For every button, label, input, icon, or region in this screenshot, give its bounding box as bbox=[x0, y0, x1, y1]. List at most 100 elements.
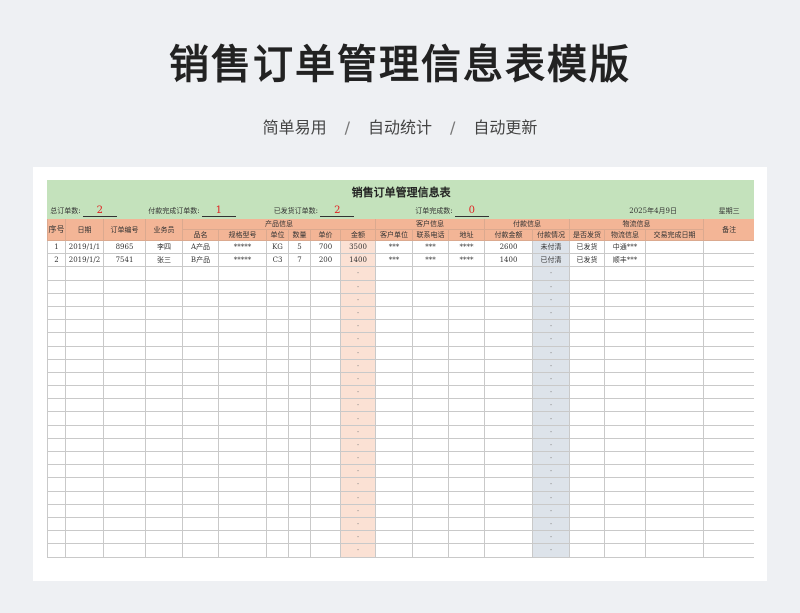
table-cell[interactable] bbox=[103, 503, 146, 518]
table-cell[interactable] bbox=[266, 464, 289, 479]
table-cell[interactable] bbox=[702, 464, 754, 479]
table-cell[interactable] bbox=[448, 266, 485, 281]
table-cell[interactable] bbox=[702, 332, 754, 347]
table-cell[interactable] bbox=[702, 239, 754, 255]
table-cell[interactable] bbox=[310, 477, 341, 492]
table-cell[interactable]: - bbox=[340, 385, 376, 400]
table-cell[interactable] bbox=[569, 477, 605, 492]
table-cell[interactable] bbox=[65, 411, 104, 426]
table-cell[interactable] bbox=[412, 305, 449, 321]
table-cell[interactable] bbox=[375, 398, 413, 413]
table-cell[interactable] bbox=[47, 279, 66, 294]
table-cell[interactable]: C3 bbox=[266, 253, 289, 268]
table-cell[interactable]: - bbox=[340, 332, 376, 347]
table-cell[interactable] bbox=[604, 292, 646, 307]
table-cell[interactable] bbox=[103, 358, 146, 373]
table-cell[interactable] bbox=[103, 332, 146, 347]
table-cell[interactable] bbox=[375, 530, 413, 545]
table-cell[interactable]: 中通*** bbox=[604, 239, 646, 255]
table-cell[interactable] bbox=[310, 503, 341, 518]
table-cell[interactable]: 700 bbox=[310, 239, 341, 255]
table-cell[interactable] bbox=[288, 503, 311, 518]
table-cell[interactable] bbox=[484, 464, 533, 479]
table-cell[interactable] bbox=[266, 450, 289, 466]
table-cell[interactable] bbox=[604, 490, 646, 505]
table-cell[interactable] bbox=[448, 437, 485, 453]
table-cell[interactable] bbox=[218, 371, 267, 387]
table-cell[interactable] bbox=[702, 543, 754, 558]
table-cell[interactable] bbox=[448, 398, 485, 413]
table-cell[interactable] bbox=[47, 305, 66, 321]
table-cell[interactable] bbox=[145, 464, 183, 479]
table-cell[interactable]: - bbox=[532, 345, 570, 360]
table-cell[interactable]: 7 bbox=[288, 253, 311, 268]
table-cell[interactable] bbox=[645, 477, 704, 492]
table-cell[interactable] bbox=[604, 477, 646, 492]
table-cell[interactable]: - bbox=[532, 543, 570, 558]
table-cell[interactable] bbox=[484, 319, 533, 334]
table-cell[interactable] bbox=[484, 305, 533, 321]
table-cell[interactable] bbox=[702, 266, 754, 281]
table-cell[interactable] bbox=[702, 345, 754, 360]
table-cell[interactable] bbox=[645, 358, 704, 373]
table-cell[interactable] bbox=[702, 385, 754, 400]
table-cell[interactable]: 3500 bbox=[340, 239, 376, 255]
table-cell[interactable] bbox=[448, 543, 485, 558]
table-cell[interactable] bbox=[47, 477, 66, 492]
table-cell[interactable] bbox=[218, 345, 267, 360]
table-cell[interactable] bbox=[604, 319, 646, 334]
table-cell[interactable] bbox=[448, 530, 485, 545]
table-cell[interactable] bbox=[375, 477, 413, 492]
table-cell[interactable] bbox=[47, 292, 66, 307]
table-cell[interactable] bbox=[310, 385, 341, 400]
table-cell[interactable] bbox=[288, 424, 311, 439]
table-cell[interactable] bbox=[65, 319, 104, 334]
table-cell[interactable] bbox=[218, 477, 267, 492]
table-cell[interactable]: - bbox=[340, 371, 376, 387]
table-cell[interactable] bbox=[182, 464, 219, 479]
table-cell[interactable] bbox=[604, 385, 646, 400]
table-cell[interactable] bbox=[288, 516, 311, 532]
table-cell[interactable]: 已发货 bbox=[569, 239, 605, 255]
table-cell[interactable] bbox=[266, 411, 289, 426]
table-cell[interactable] bbox=[702, 424, 754, 439]
table-cell[interactable] bbox=[604, 543, 646, 558]
table-cell[interactable] bbox=[310, 319, 341, 334]
table-cell[interactable] bbox=[375, 266, 413, 281]
table-cell[interactable] bbox=[484, 385, 533, 400]
table-cell[interactable] bbox=[484, 292, 533, 307]
table-cell[interactable] bbox=[310, 450, 341, 466]
table-cell[interactable] bbox=[484, 279, 533, 294]
table-cell[interactable]: - bbox=[532, 411, 570, 426]
table-cell[interactable] bbox=[412, 332, 449, 347]
table-cell[interactable] bbox=[604, 530, 646, 545]
table-cell[interactable] bbox=[103, 266, 146, 281]
table-cell[interactable] bbox=[569, 305, 605, 321]
table-cell[interactable] bbox=[448, 385, 485, 400]
table-cell[interactable] bbox=[702, 279, 754, 294]
table-cell[interactable] bbox=[569, 464, 605, 479]
table-cell[interactable]: 5 bbox=[288, 239, 311, 255]
table-cell[interactable] bbox=[47, 358, 66, 373]
table-cell[interactable]: 顺丰*** bbox=[604, 253, 646, 268]
table-cell[interactable] bbox=[218, 490, 267, 505]
table-cell[interactable] bbox=[375, 385, 413, 400]
table-cell[interactable] bbox=[448, 371, 485, 387]
table-cell[interactable] bbox=[47, 332, 66, 347]
table-cell[interactable] bbox=[65, 464, 104, 479]
table-cell[interactable]: A产品 bbox=[182, 239, 219, 255]
table-cell[interactable] bbox=[218, 543, 267, 558]
table-cell[interactable] bbox=[145, 450, 183, 466]
table-cell[interactable]: *** bbox=[412, 239, 449, 255]
table-cell[interactable] bbox=[288, 266, 311, 281]
table-cell[interactable] bbox=[47, 345, 66, 360]
table-cell[interactable]: - bbox=[340, 319, 376, 334]
table-cell[interactable] bbox=[484, 543, 533, 558]
table-cell[interactable]: - bbox=[532, 398, 570, 413]
table-cell[interactable] bbox=[103, 305, 146, 321]
table-cell[interactable] bbox=[47, 371, 66, 387]
table-cell[interactable] bbox=[484, 437, 533, 453]
table-cell[interactable] bbox=[182, 450, 219, 466]
table-cell[interactable] bbox=[645, 450, 704, 466]
table-cell[interactable] bbox=[266, 530, 289, 545]
